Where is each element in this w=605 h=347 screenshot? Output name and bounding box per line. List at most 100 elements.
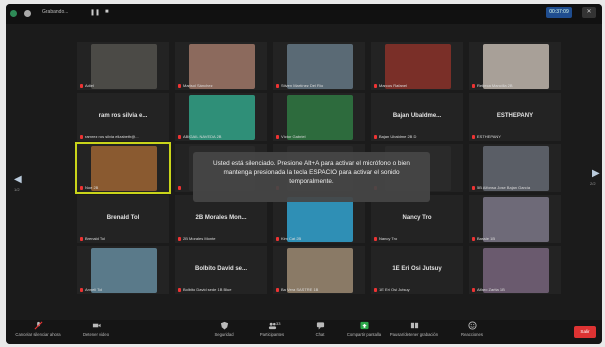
participant-label: Bolbito David sede 1B Blue — [178, 287, 231, 292]
previous-page-number: 1/2 — [14, 187, 20, 192]
video-label: Detener video — [82, 332, 110, 337]
mic-icon — [10, 321, 66, 330]
muted-mic-icon — [472, 84, 475, 88]
participant-count: 33 — [276, 321, 281, 326]
participant-label-text: ESTHEPANY — [477, 134, 501, 139]
participant-label-text: Stiven Martínez Del Río — [281, 83, 324, 88]
stop-icon[interactable]: ■ — [105, 9, 109, 15]
participant-tile[interactable]: Ba Vera SASTRE 1B — [273, 246, 365, 294]
connection-status-icon[interactable] — [10, 10, 17, 17]
info-icon[interactable] — [24, 10, 31, 17]
participant-label: Víctor Gabriel — [276, 134, 305, 139]
participant-tile[interactable]: Brenald Tol Brenald Tol — [77, 195, 169, 243]
smile-icon — [444, 321, 500, 330]
muted-notification: Usted está silenciado. Presione Alt+A pa… — [193, 152, 430, 202]
participant-tile[interactable]: Marcos Rafanel — [371, 42, 463, 90]
video-button[interactable]: Detener video — [68, 321, 124, 337]
participant-label-text: Bolbito David sede 1B Blue — [183, 287, 232, 292]
participant-label: Nancy Tro — [374, 236, 397, 241]
share-label: Compartir pantalla — [346, 332, 382, 337]
pause_record-label: Pausar/detener grabación — [389, 332, 439, 337]
participant-tile[interactable]: ESTHEPANY ESTHEPANY — [469, 93, 561, 141]
participant-label-text: 2B Morales Monte — [183, 236, 216, 241]
reactions-button[interactable]: Reacciones — [444, 321, 500, 337]
muted-mic-icon — [374, 84, 377, 88]
previous-page-arrow-icon[interactable]: ◀ — [14, 174, 22, 185]
share-icon — [336, 321, 392, 330]
participant-tile[interactable]: Nancy Tro Nancy Tro — [371, 195, 463, 243]
participant-tile[interactable]: Bassie 1B — [469, 195, 561, 243]
participant-name: Bolbito David se... — [194, 266, 247, 272]
participant-label: ESTHEPANY — [472, 134, 501, 139]
pause-icon[interactable]: ❚❚ — [90, 9, 100, 16]
participant-label: 2B Morales Monte — [178, 236, 215, 241]
video-icon — [68, 321, 124, 330]
security-label: Seguridad — [214, 332, 234, 337]
participant-tile[interactable]: Víctor Gabriel — [273, 93, 365, 141]
participant-label: Adiel — [80, 83, 94, 88]
participant-label: Rebeca Mancilla 2B — [472, 83, 513, 88]
participant-label: ABIGAIL NAVEDA 2B — [178, 134, 221, 139]
participant-tile[interactable]: Marisol Sánchez — [175, 42, 267, 90]
muted-mic-icon — [374, 237, 377, 241]
muted-mic-icon — [80, 186, 83, 190]
participant-label-text: Nancy Tro — [379, 236, 398, 241]
muted-mic-icon — [80, 237, 83, 241]
participant-tile[interactable]: Alfaro Zarita 1B — [469, 246, 561, 294]
participant-label-text: 1E Eri Osi Jutsuy — [379, 287, 410, 292]
participant-label: Noe 2B — [80, 185, 98, 190]
participant-label-text: Ba Vera SASTRE 1B — [281, 287, 319, 292]
participant-tile[interactable]: Noe 2B — [75, 142, 171, 194]
participant-tile[interactable]: 1E Eri Osi Jutsuy 1E Eri Osi Jutsuy — [371, 246, 463, 294]
next-page-number: 2/2 — [590, 181, 596, 186]
participant-label-text: Víctor Gabriel — [281, 134, 306, 139]
muted-mic-icon — [80, 288, 83, 292]
participants-label: Participantes — [259, 332, 285, 337]
participant-tile[interactable]: ABIGAIL NAVEDA 2B — [175, 93, 267, 141]
participant-name: Nancy Tro — [402, 215, 432, 221]
muted-mic-icon — [178, 135, 181, 139]
chat-label: Chat — [315, 332, 325, 337]
participant-label: ramrez ros silvia elizabeth@... — [80, 134, 139, 139]
participant-label: Bajan Ubaldme 2B D — [374, 134, 416, 139]
participant-label-text: ramrez ros silvia elizabeth@... — [85, 134, 139, 139]
participant-tile[interactable]: Bajan Ubaldme... Bajan Ubaldme 2B D — [371, 93, 463, 141]
pause_record-button[interactable]: Pausar/detener grabación — [386, 321, 442, 337]
muted-mic-icon — [178, 237, 181, 241]
participant-label-text: Bassie 1B — [477, 236, 496, 241]
participant-tile[interactable]: 2B Morales Mon... 2B Morales Monte — [175, 195, 267, 243]
next-page-arrow-icon[interactable]: ▶ — [592, 168, 600, 179]
participant-label: Alfaro Zarita 1B — [472, 287, 505, 292]
muted-mic-icon — [80, 135, 83, 139]
participant-tile[interactable]: Adiel — [77, 42, 169, 90]
participant-name: 2B Morales Mon... — [195, 215, 247, 221]
participant-label-text: ABIGAIL NAVEDA 2B — [183, 134, 222, 139]
share-button[interactable]: Compartir pantalla — [336, 321, 392, 337]
participant-label: Bassie 1B — [472, 236, 495, 241]
participant-tile[interactable]: ram ros silvia e... ramrez ros silvia eli… — [77, 93, 169, 141]
participant-tile[interactable]: Stiven Martínez Del Río — [273, 42, 365, 90]
leave-button[interactable]: Salir — [574, 326, 596, 338]
participant-label: Stiven Martínez Del Río — [276, 83, 323, 88]
participant-label-text: Brenald Tol — [85, 236, 105, 241]
close-button[interactable]: ✕ — [582, 7, 596, 18]
participant-tile[interactable]: 5B Alfonsa Jose Bajan García — [469, 144, 561, 192]
participant-label: Ba Vera SASTRE 1B — [276, 287, 318, 292]
participant-tile[interactable]: Bolbito David se... Bolbito David sede 1B… — [175, 246, 267, 294]
participant-tile[interactable]: Rebeca Mancilla 2B — [469, 42, 561, 90]
muted-mic-icon — [178, 288, 181, 292]
muted-mic-icon — [276, 288, 279, 292]
participant-label-text: Alfaro Zarita 1B — [477, 287, 505, 292]
participant-label-text: Adiel — [85, 83, 94, 88]
participant-name: Brenald Tol — [106, 215, 140, 221]
mute-label: Cancelar silenciar ahora — [15, 332, 61, 337]
participant-label: Anneli Tol — [80, 287, 102, 292]
participant-name: 1E Eri Osi Jutsuy — [392, 266, 442, 272]
participant-tile[interactable]: Anneli Tol — [77, 246, 169, 294]
participant-name: ESTHEPANY — [496, 113, 534, 119]
participant-label: 1E Eri Osi Jutsuy — [374, 287, 410, 292]
mute-button[interactable]: Cancelar silenciar ahora — [10, 321, 66, 337]
participant-label-text: Marcos Rafanel — [379, 83, 408, 88]
participant-label-text: Anneli Tol — [85, 287, 103, 292]
participant-tile[interactable]: Kim Cat 2B — [273, 195, 365, 243]
